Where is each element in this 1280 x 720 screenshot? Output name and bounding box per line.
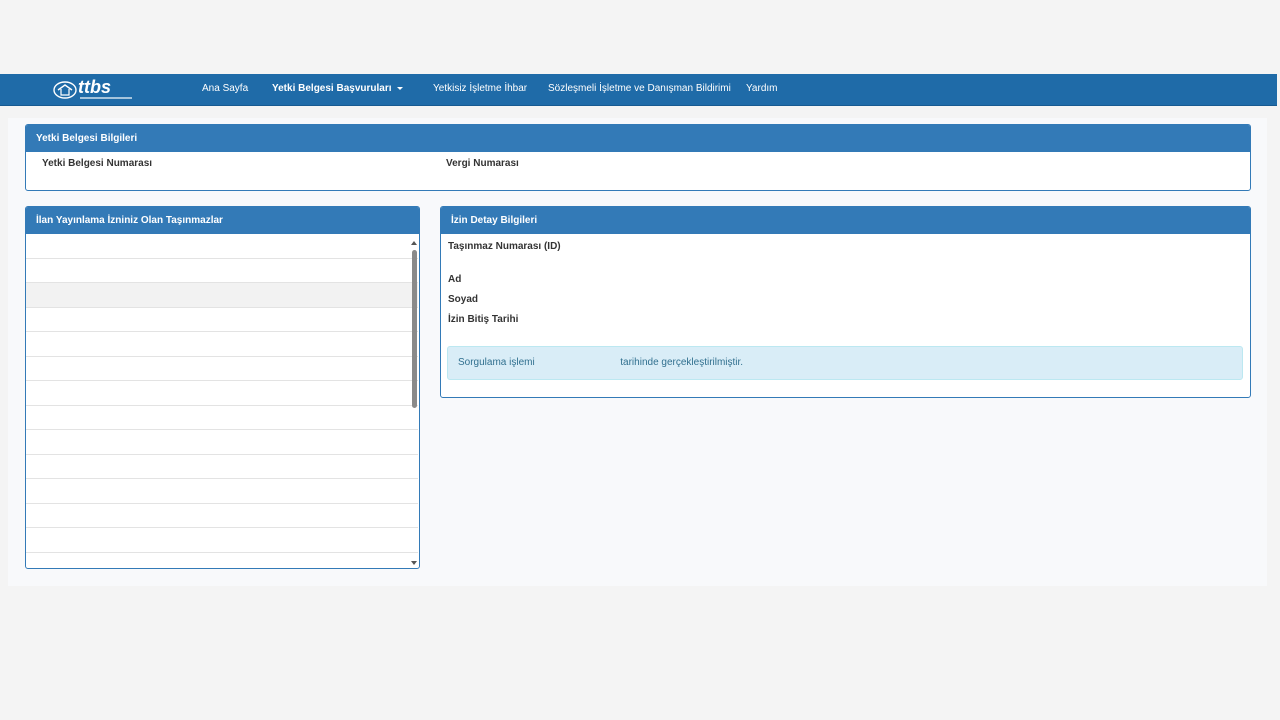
- tasinmaz-list[interactable]: [26, 234, 418, 568]
- alert-prefix-text: Sorgulama işlemi: [458, 357, 535, 368]
- nav-yetki-belgesi-label: Yetki Belgesi Başvuruları: [272, 83, 392, 94]
- ad-label: Ad: [448, 274, 462, 285]
- scroll-thumb[interactable]: [412, 250, 417, 408]
- redacted-timestamp: [537, 357, 618, 368]
- nav-yetki-belgesi-basvurulari[interactable]: Yetki Belgesi Başvuruları: [272, 74, 403, 105]
- list-item[interactable]: [26, 479, 418, 504]
- sorgulama-info-alert: Sorgulama işlemi tarihinde gerçekleştiri…: [447, 346, 1243, 380]
- list-item[interactable]: [26, 504, 418, 528]
- yetki-belgesi-numarasi-label: Yetki Belgesi Numarası: [42, 158, 153, 169]
- izin-bitis-tarihi-label: İzin Bitiş Tarihi: [448, 314, 519, 325]
- list-item[interactable]: [26, 357, 418, 381]
- ilan-tasinmazlar-panel-title: İlan Yayınlama İzniniz Olan Taşınmazlar: [26, 207, 419, 234]
- scroll-up-arrow-icon[interactable]: [411, 241, 417, 245]
- top-navbar: ttbs Ana Sayfa Yetki Belgesi Başvuruları…: [0, 74, 1277, 106]
- alert-suffix-text: tarihinde gerçekleştirilmiştir.: [620, 357, 744, 368]
- nav-yetkisiz-isletme-ihbar[interactable]: Yetkisiz İşletme İhbar: [433, 74, 527, 105]
- list-item[interactable]: [26, 283, 418, 308]
- list-item[interactable]: [26, 332, 418, 357]
- list-item[interactable]: [26, 528, 418, 553]
- list-item[interactable]: [26, 259, 418, 283]
- ttbs-logo[interactable]: ttbs: [52, 76, 138, 103]
- yetki-belgesi-panel-title: Yetki Belgesi Bilgileri: [26, 125, 1250, 152]
- list-item[interactable]: [26, 234, 418, 259]
- yetki-belgesi-panel: Yetki Belgesi Bilgileri Yetki Belgesi Nu…: [25, 124, 1251, 191]
- nav-sozlesmeli-isletme[interactable]: Sözleşmeli İşletme ve Danışman Bildirimi: [548, 74, 731, 105]
- soyad-label: Soyad: [448, 294, 479, 305]
- svg-text:ttbs: ttbs: [78, 77, 111, 97]
- vergi-numarasi-label: Vergi Numarası: [446, 158, 519, 169]
- chevron-down-icon: [396, 86, 403, 90]
- list-scrollbar[interactable]: [410, 238, 419, 565]
- nav-ana-sayfa[interactable]: Ana Sayfa: [202, 74, 248, 105]
- izin-detay-panel-title: İzin Detay Bilgileri: [441, 207, 1250, 234]
- list-item[interactable]: [26, 381, 418, 406]
- ilan-tasinmazlar-panel: İlan Yayınlama İzniniz Olan Taşınmazlar: [25, 206, 420, 569]
- izin-detay-panel: İzin Detay Bilgileri Taşınmaz Numarası (…: [440, 206, 1251, 398]
- list-item[interactable]: [26, 406, 418, 430]
- tasinmaz-numarasi-label: Taşınmaz Numarası (ID): [448, 241, 561, 252]
- list-item[interactable]: [26, 308, 418, 332]
- list-item[interactable]: [26, 455, 418, 479]
- main-content: Yetki Belgesi Bilgileri Yetki Belgesi Nu…: [8, 118, 1267, 586]
- list-item[interactable]: [26, 430, 418, 455]
- scroll-down-arrow-icon[interactable]: [411, 561, 417, 565]
- nav-yardim[interactable]: Yardım: [746, 74, 778, 105]
